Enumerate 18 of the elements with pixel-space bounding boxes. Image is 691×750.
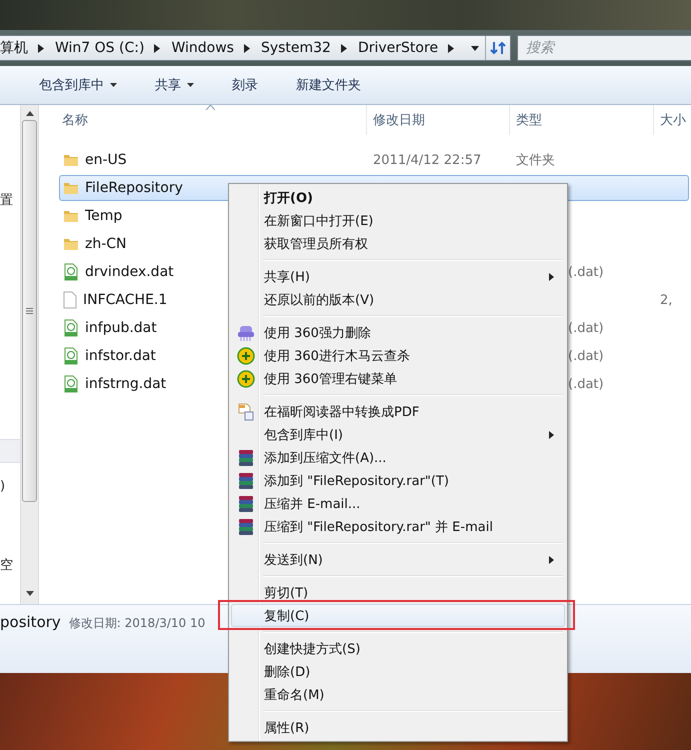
- file-type: (.dat): [568, 320, 604, 336]
- file-name: infstor.dat: [85, 348, 156, 364]
- file-name: FileRepository: [85, 180, 183, 196]
- file-name: Temp: [85, 208, 122, 224]
- modified-detail: 修改日期: 2018/3/10 10: [68, 615, 206, 632]
- file-type: (.dat): [568, 376, 604, 392]
- selected-item-name: pository: [0, 613, 61, 631]
- file-name: infpub.dat: [85, 320, 157, 336]
- file-type: (.dat): [568, 264, 604, 280]
- file-name: zh-CN: [85, 236, 127, 252]
- file-size: 2,: [659, 292, 672, 308]
- file-type: 文件夹: [515, 152, 555, 169]
- file-name: en-US: [85, 152, 127, 168]
- file-name: drvindex.dat: [85, 264, 174, 280]
- file-type: (.dat): [568, 348, 604, 364]
- modified-date: 2011/4/12 22:57: [372, 152, 482, 168]
- file-name: INFCACHE.1: [83, 292, 168, 308]
- file-name: infstrng.dat: [85, 376, 166, 392]
